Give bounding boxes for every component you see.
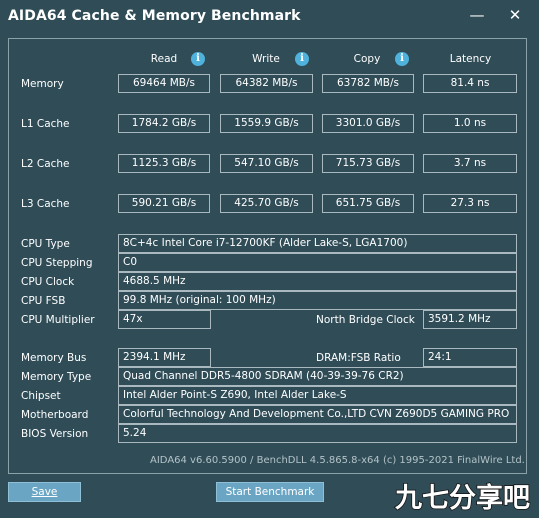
row-label-l2: L2 Cache — [21, 158, 70, 170]
start-benchmark-button[interactable]: Start Benchmark — [216, 482, 324, 502]
minimize-button[interactable]: — — [465, 5, 489, 25]
cpu-type-label: CPU Type — [21, 238, 70, 250]
version-footer: AIDA64 v6.60.5900 / BenchDLL 4.5.865.8-x… — [150, 455, 525, 466]
cpu-type-value: 8C+4c Intel Core i7-12700KF (Alder Lake-… — [118, 234, 517, 253]
row-label-l1: L1 Cache — [21, 118, 70, 130]
save-button-label: Save — [31, 486, 58, 498]
motherboard-label: Motherboard — [21, 409, 89, 421]
write-info-icon[interactable]: i — [295, 52, 309, 66]
l2-latency-value: 3.7 ns — [423, 154, 517, 173]
memory-write-value: 64382 MB/s — [220, 74, 313, 93]
row-label-l3: L3 Cache — [21, 198, 70, 210]
cpu-fsb-label: CPU FSB — [21, 295, 66, 307]
title-bar: AIDA64 Cache & Memory Benchmark — ✕ — [0, 0, 539, 32]
memory-read-value: 69464 MB/s — [118, 74, 210, 93]
cpu-multiplier-value: 47x — [118, 310, 211, 329]
memory-type-value: Quad Channel DDR5-4800 SDRAM (40-39-39-7… — [118, 367, 517, 386]
watermark-text: 九七分享吧 — [395, 482, 530, 514]
bios-version-value: 5.24 — [118, 424, 517, 443]
close-button[interactable]: ✕ — [503, 5, 527, 25]
memory-bus-value: 2394.1 MHz — [118, 348, 211, 367]
l1-write-value: 1559.9 GB/s — [220, 114, 313, 133]
l2-copy-value: 715.73 GB/s — [322, 154, 414, 173]
motherboard-value: Colorful Technology And Development Co.,… — [118, 405, 517, 424]
l1-copy-value: 3301.0 GB/s — [322, 114, 414, 133]
nb-clock-value: 3591.2 MHz — [423, 310, 517, 329]
l3-write-value: 425.70 GB/s — [220, 194, 313, 213]
window-title: AIDA64 Cache & Memory Benchmark — [8, 8, 301, 24]
read-info-icon[interactable]: i — [191, 52, 205, 66]
watermark-logo: 九七分享吧 — [393, 480, 533, 514]
header-latency: Latency — [449, 53, 492, 65]
l3-read-value: 590.21 GB/s — [118, 194, 210, 213]
cpu-multiplier-label: CPU Multiplier — [21, 314, 95, 326]
chipset-value: Intel Alder Point-S Z690, Intel Alder La… — [118, 386, 517, 405]
memory-bus-label: Memory Bus — [21, 352, 87, 364]
dram-fsb-label: DRAM:FSB Ratio — [316, 352, 401, 364]
cpu-stepping-value: C0 — [118, 253, 517, 272]
save-button[interactable]: Save — [8, 482, 81, 502]
memory-latency-value: 81.4 ns — [423, 74, 517, 93]
chipset-label: Chipset — [21, 390, 61, 402]
row-label-memory: Memory — [21, 78, 64, 90]
memory-type-label: Memory Type — [21, 371, 92, 383]
benchmark-window: AIDA64 Cache & Memory Benchmark — ✕ Read… — [0, 0, 539, 518]
l3-latency-value: 27.3 ns — [423, 194, 517, 213]
dram-fsb-value: 24:1 — [423, 348, 517, 367]
l2-read-value: 1125.3 GB/s — [118, 154, 210, 173]
copy-info-icon[interactable]: i — [395, 52, 409, 66]
bios-version-label: BIOS Version — [21, 428, 89, 440]
cpu-fsb-value: 99.8 MHz (original: 100 MHz) — [118, 291, 517, 310]
cpu-clock-value: 4688.5 MHz — [118, 272, 517, 291]
l1-latency-value: 1.0 ns — [423, 114, 517, 133]
nb-clock-label: North Bridge Clock — [316, 314, 415, 326]
l2-write-value: 547.10 GB/s — [220, 154, 313, 173]
l3-copy-value: 651.75 GB/s — [322, 194, 414, 213]
l1-read-value: 1784.2 GB/s — [118, 114, 210, 133]
memory-copy-value: 63782 MB/s — [322, 74, 414, 93]
cpu-stepping-label: CPU Stepping — [21, 257, 93, 269]
cpu-clock-label: CPU Clock — [21, 276, 75, 288]
